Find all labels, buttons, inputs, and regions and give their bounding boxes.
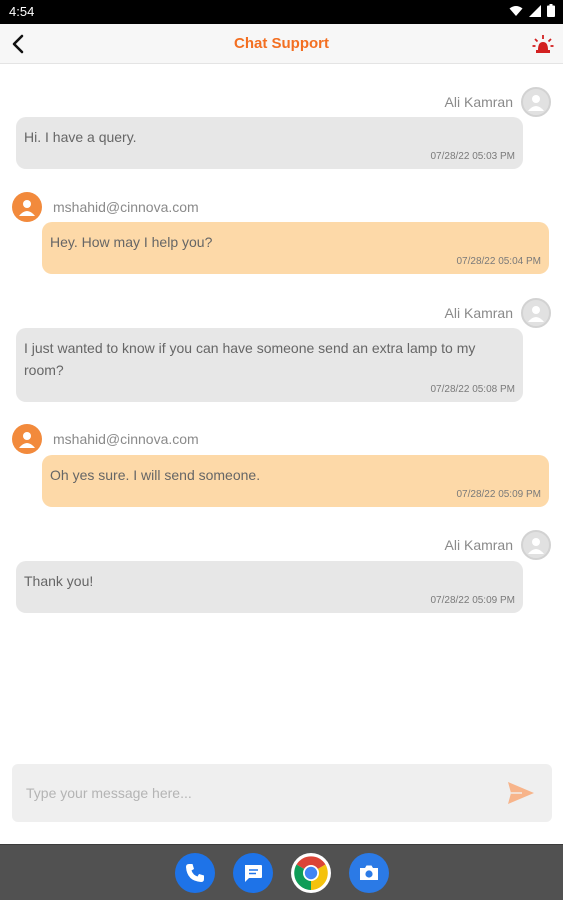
page-title: Chat Support bbox=[234, 35, 329, 52]
message-bubble: Hi. I have a query. 07/28/22 05:03 PM bbox=[16, 117, 523, 169]
signal-icon bbox=[529, 4, 541, 17]
message-timestamp: 07/28/22 05:03 PM bbox=[430, 151, 515, 162]
message-timestamp: 07/28/22 05:08 PM bbox=[430, 384, 515, 395]
app-dock bbox=[175, 853, 389, 893]
camera-app-button[interactable] bbox=[349, 853, 389, 893]
app-bar: Chat Support bbox=[0, 24, 563, 64]
message-text: I just wanted to know if you can have so… bbox=[24, 340, 476, 378]
message-text: Thank you! bbox=[24, 573, 94, 589]
message-timestamp: 07/28/22 05:04 PM bbox=[456, 256, 541, 267]
sender-name: Ali Kamran bbox=[444, 94, 513, 110]
sender-row: Ali Kamran bbox=[445, 298, 551, 328]
status-time: 4:54 bbox=[9, 4, 35, 19]
message-text: Hi. I have a query. bbox=[24, 129, 137, 145]
message-timestamp: 07/28/22 05:09 PM bbox=[456, 489, 541, 500]
phone-app-button[interactable] bbox=[175, 853, 215, 893]
emergency-alarm-button[interactable] bbox=[531, 32, 555, 56]
send-icon bbox=[508, 782, 534, 804]
user-avatar bbox=[521, 298, 551, 328]
messages-app-button[interactable] bbox=[233, 853, 273, 893]
send-button[interactable] bbox=[506, 779, 536, 807]
person-icon bbox=[528, 538, 544, 554]
emergency-siren-icon bbox=[532, 35, 554, 53]
status-bar: 4:54 bbox=[0, 0, 563, 24]
chrome-app-button[interactable] bbox=[291, 853, 331, 893]
message-bubble: I just wanted to know if you can have so… bbox=[16, 328, 523, 402]
sender-name: mshahid@cinnova.com bbox=[53, 199, 199, 215]
user-avatar bbox=[521, 87, 551, 117]
agent-avatar bbox=[12, 424, 42, 454]
person-icon bbox=[528, 306, 544, 322]
wifi-icon bbox=[509, 5, 523, 16]
status-icons bbox=[509, 4, 555, 17]
person-icon bbox=[528, 95, 544, 111]
message-composer bbox=[12, 764, 552, 822]
battery-icon bbox=[547, 4, 555, 17]
person-icon bbox=[19, 200, 35, 216]
sender-name: Ali Kamran bbox=[444, 305, 513, 321]
camera-icon bbox=[360, 865, 378, 880]
message-list[interactable]: Ali Kamran Hi. I have a query. 07/28/22 … bbox=[0, 64, 563, 754]
chrome-icon bbox=[294, 856, 328, 890]
message-text: Hey. How may I help you? bbox=[50, 234, 213, 250]
sender-name: Ali Kamran bbox=[444, 537, 513, 553]
message-bubble: Hey. How may I help you? 07/28/22 05:04 … bbox=[42, 222, 549, 274]
phone-icon bbox=[186, 864, 204, 882]
messages-icon bbox=[245, 865, 262, 882]
message-bubble: Oh yes sure. I will send someone. 07/28/… bbox=[42, 455, 549, 507]
system-nav-bar bbox=[0, 844, 563, 900]
sender-row: Ali Kamran bbox=[445, 87, 551, 117]
message-input[interactable] bbox=[12, 764, 492, 822]
message-text: Oh yes sure. I will send someone. bbox=[50, 467, 261, 483]
sender-row: mshahid@cinnova.com bbox=[12, 424, 199, 454]
agent-avatar bbox=[12, 192, 42, 222]
person-icon bbox=[19, 432, 35, 448]
sender-name: mshahid@cinnova.com bbox=[53, 431, 199, 447]
sender-row: Ali Kamran bbox=[445, 530, 551, 560]
user-avatar bbox=[521, 530, 551, 560]
message-timestamp: 07/28/22 05:09 PM bbox=[430, 595, 515, 606]
message-bubble: Thank you! 07/28/22 05:09 PM bbox=[16, 561, 523, 613]
sender-row: mshahid@cinnova.com bbox=[12, 192, 199, 222]
